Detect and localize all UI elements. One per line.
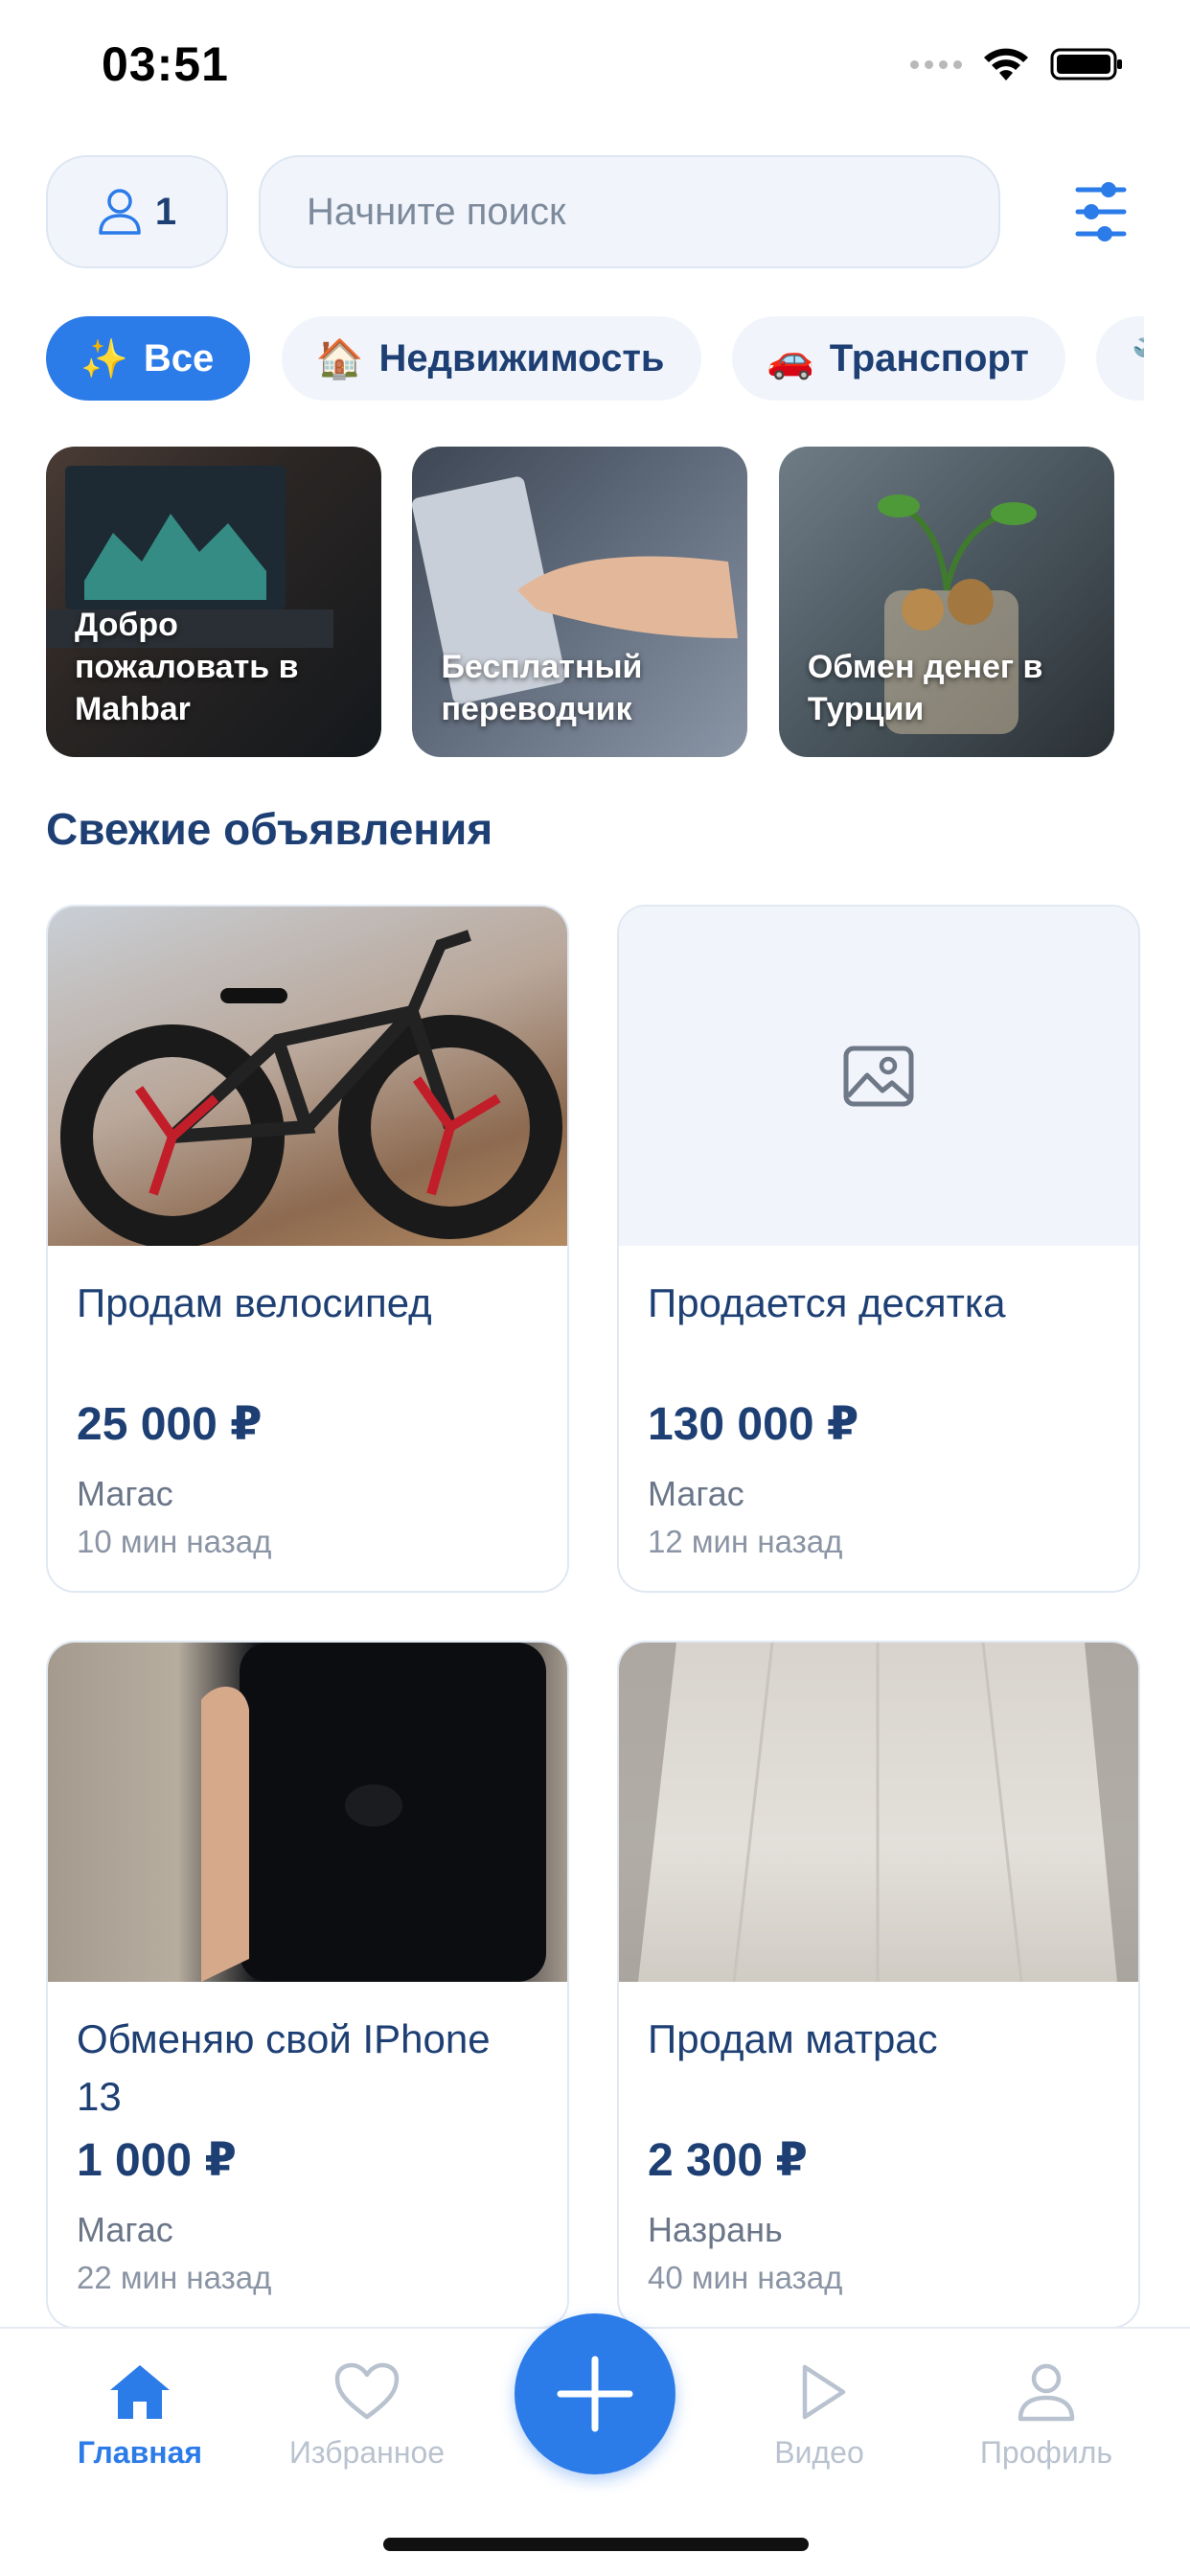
user-count-button[interactable]: 1: [46, 155, 228, 268]
status-icons: [910, 46, 1125, 82]
listing-title: Продается десятка: [648, 1280, 1006, 1325]
chip-label: Транспорт: [829, 336, 1029, 380]
listing-card[interactable]: Продается десятка 130 000 ₽ Магас 12 мин…: [617, 905, 1140, 1593]
tab-label: Главная: [77, 2435, 203, 2470]
section-title: Свежие объявления: [46, 804, 493, 854]
play-icon: [802, 2364, 846, 2420]
tools-icon: 🔧: [1131, 336, 1144, 381]
user-icon: [99, 189, 141, 235]
listing-city: Назрань: [648, 2210, 783, 2249]
story-text: Добро пожаловать в Mahbar: [75, 607, 299, 727]
mattress-image: [619, 1643, 1138, 1982]
listing-time: 12 мин назад: [648, 1524, 843, 1559]
story-card-welcome[interactable]: Добро пожаловать в Mahbar: [46, 447, 381, 757]
search-input[interactable]: [259, 155, 1000, 268]
listing-title: Обменяю свой IPhone 13: [77, 2016, 491, 2119]
listing-city: Магас: [77, 2210, 173, 2249]
listing-price: 2 300 ₽: [648, 2135, 808, 2186]
house-icon: 🏠: [315, 337, 364, 380]
listing-price: 130 000 ₽: [648, 1399, 859, 1450]
user-count: 1: [154, 190, 177, 233]
story-card-money-exchange[interactable]: Обмен денег в Турции: [778, 447, 1114, 757]
story-card-translator[interactable]: Бесплатный переводчик: [412, 447, 748, 757]
car-icon: 🚗: [766, 337, 814, 380]
tab-favorites[interactable]: Избранное: [262, 2361, 472, 2471]
chip-label: Все: [143, 336, 215, 380]
listing-title: Продам велосипед: [77, 1280, 432, 1325]
listing-city: Магас: [77, 1474, 173, 1513]
home-icon: [110, 2365, 170, 2419]
listing-time: 22 мин назад: [77, 2260, 272, 2295]
home-indicator: [383, 2538, 809, 2551]
filter-button[interactable]: [1058, 169, 1144, 255]
story-text: Обмен денег в Турции: [807, 649, 1043, 727]
status-time: 03:51: [102, 37, 229, 91]
listing-price: 25 000 ₽: [77, 1399, 263, 1450]
phone-in-hand-image: [201, 1643, 546, 1982]
chip-real-estate[interactable]: 🏠 Недвижимость: [281, 316, 701, 401]
listing-city: Магас: [648, 1474, 744, 1513]
tab-label: Избранное: [288, 2435, 446, 2470]
image-placeholder-icon: [843, 1046, 914, 1107]
listing-time: 10 мин назад: [77, 1524, 272, 1559]
category-chips: ✨ Все 🏠 Недвижимость 🚗 Транспорт 🔧: [46, 316, 1144, 402]
chip-more[interactable]: 🔧: [1096, 316, 1144, 401]
search-row: 1: [46, 155, 1144, 270]
listing-photo: [48, 907, 567, 1246]
bicycle-image: [60, 930, 562, 1246]
tab-label: Профиль: [979, 2435, 1113, 2470]
story-text: Бесплатный переводчик: [441, 649, 643, 727]
battery-icon: [1050, 48, 1122, 80]
listing-card[interactable]: Продам матрас 2 300 ₽ Назрань 40 мин наз…: [617, 1641, 1140, 2329]
profile-icon: [1018, 2363, 1075, 2422]
add-listing-button[interactable]: [515, 2313, 675, 2474]
listing-photo: [619, 1643, 1138, 1982]
filter-icon: [1075, 182, 1127, 242]
listing-photo-placeholder: [619, 907, 1138, 1246]
tab-label: Видео: [774, 2435, 864, 2470]
listing-price: 1 000 ₽: [77, 2135, 237, 2186]
plus-icon: [557, 2356, 633, 2432]
status-bar: 03:51: [0, 0, 1190, 134]
chip-label: Недвижимость: [378, 336, 665, 380]
listing-card[interactable]: Продам велосипед 25 000 ₽ Магас 10 мин н…: [46, 905, 569, 1593]
tab-profile[interactable]: Профиль: [941, 2361, 1152, 2471]
listing-time: 40 мин назад: [648, 2260, 843, 2295]
signal-icon: [910, 59, 962, 69]
stories-carousel: Добро пожаловать в Mahbar Бесплатный пер…: [46, 447, 1144, 759]
listing-title: Продам матрас: [648, 2016, 938, 2061]
listing-photo: [48, 1643, 567, 1982]
chip-all[interactable]: ✨ Все: [46, 316, 251, 401]
heart-icon: [334, 2362, 400, 2420]
tab-home[interactable]: Главная: [34, 2361, 245, 2471]
wifi-icon: [984, 48, 1028, 80]
chip-transport[interactable]: 🚗 Транспорт: [731, 316, 1065, 401]
sparkles-icon: ✨: [80, 337, 128, 380]
listing-card[interactable]: Обменяю свой IPhone 13 1 000 ₽ Магас 22 …: [46, 1641, 569, 2329]
tab-video[interactable]: Видео: [714, 2361, 925, 2471]
